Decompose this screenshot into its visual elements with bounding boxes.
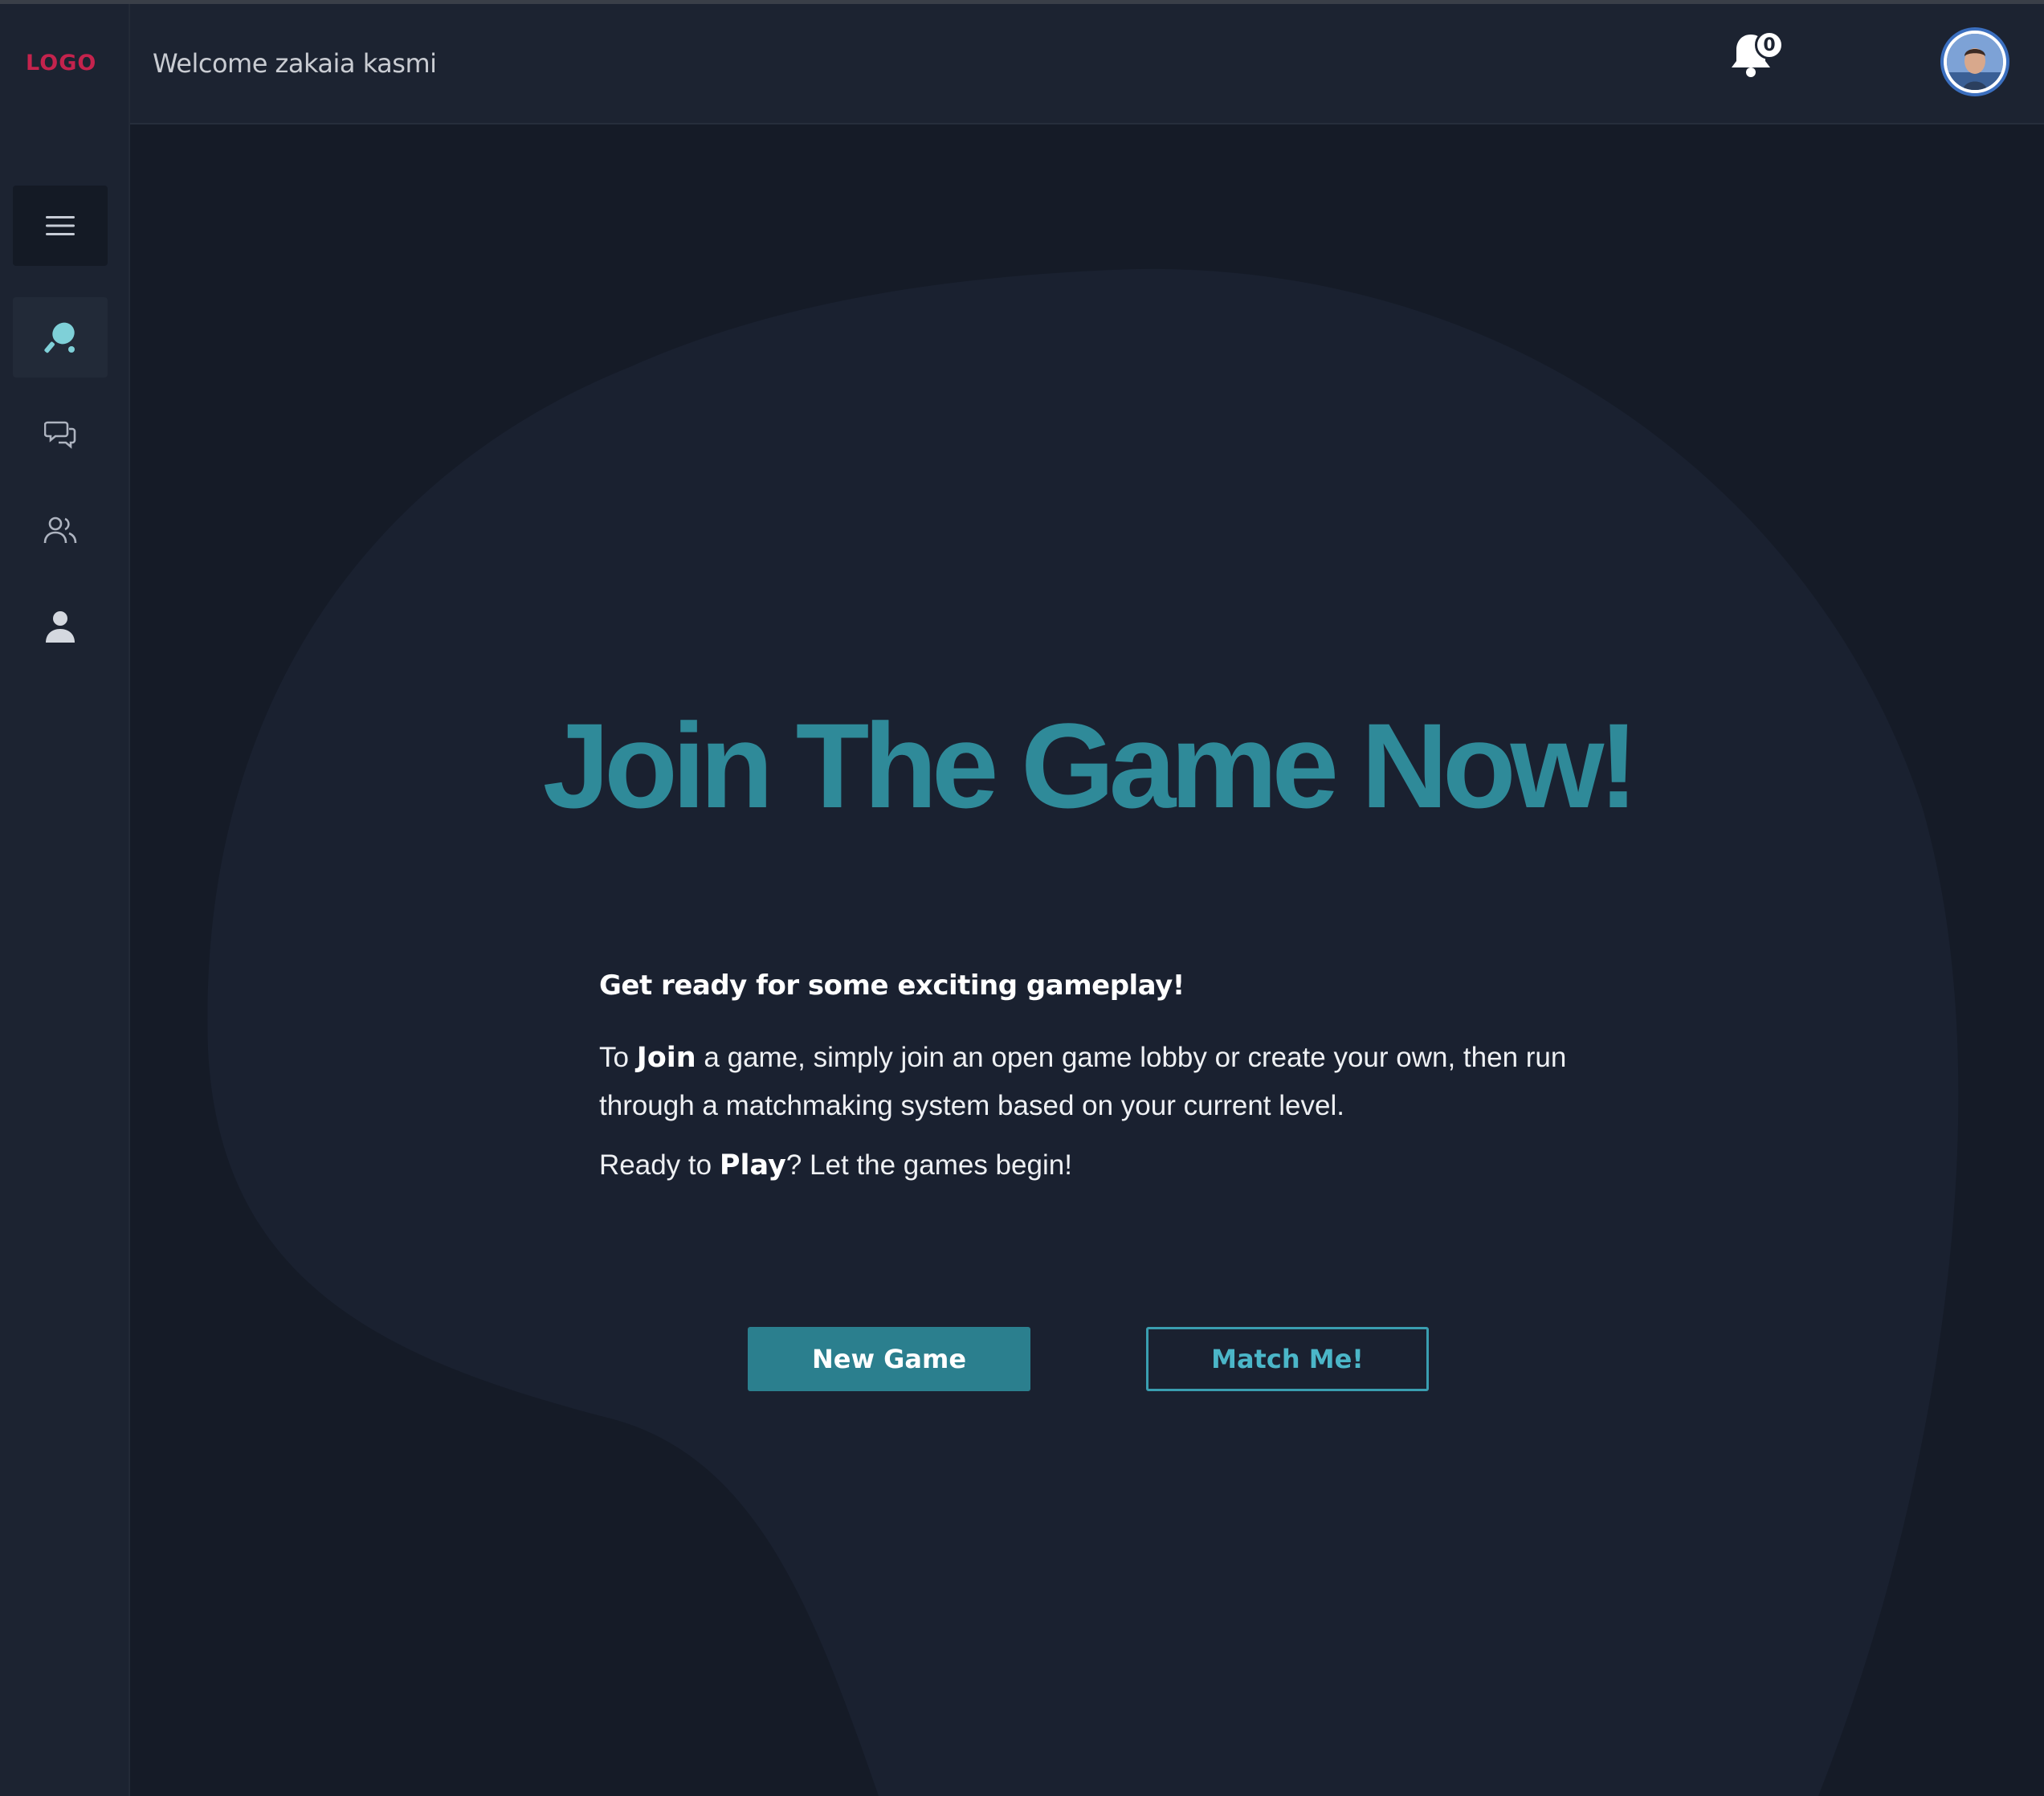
sidebar-item-chat[interactable] [13, 394, 108, 474]
main-content: Join The Game Now! Get ready for some ex… [132, 126, 2044, 1796]
chat-icon [44, 421, 76, 449]
ping-pong-icon [44, 322, 75, 353]
section-subtitle: Get ready for some exciting gameplay! [599, 969, 1185, 1002]
play-emphasis: Play [719, 1149, 786, 1182]
avatar[interactable] [1944, 31, 2006, 93]
join-emphasis: Join [636, 1042, 696, 1074]
sidebar-item-friends[interactable] [13, 490, 108, 570]
logo[interactable]: LOGO [26, 51, 96, 76]
page-title: Join The Game Now! [542, 698, 1639, 833]
match-me-button[interactable]: Match Me! [1146, 1327, 1429, 1391]
new-game-button[interactable]: New Game [748, 1327, 1030, 1391]
welcome-text: Welcome zakaia kasmi [153, 48, 437, 79]
sidebar-menu-toggle[interactable] [13, 186, 108, 266]
play-paragraph: Ready to Play? Let the games begin! [599, 1141, 1603, 1190]
users-icon [43, 516, 77, 544]
play-text-post: ? Let the games begin! [785, 1149, 1072, 1181]
sidebar-item-game[interactable] [13, 297, 108, 378]
notification-badge: 0 [1755, 31, 1784, 59]
join-paragraph: To Join a game, simply join an open game… [599, 1034, 1603, 1130]
hamburger-icon [46, 216, 75, 235]
user-icon [46, 611, 75, 643]
sidebar-item-profile[interactable] [13, 586, 108, 667]
join-text-pre: To [599, 1042, 637, 1073]
avatar-image [1947, 34, 2003, 90]
play-text-pre: Ready to [599, 1149, 720, 1181]
sidebar: LOGO [0, 4, 130, 1796]
background-blob [207, 268, 1959, 1796]
join-text-post: a game, simply join an open game lobby o… [599, 1042, 1567, 1121]
intro-section: Get ready for some exciting gameplay! To… [599, 969, 1603, 1201]
